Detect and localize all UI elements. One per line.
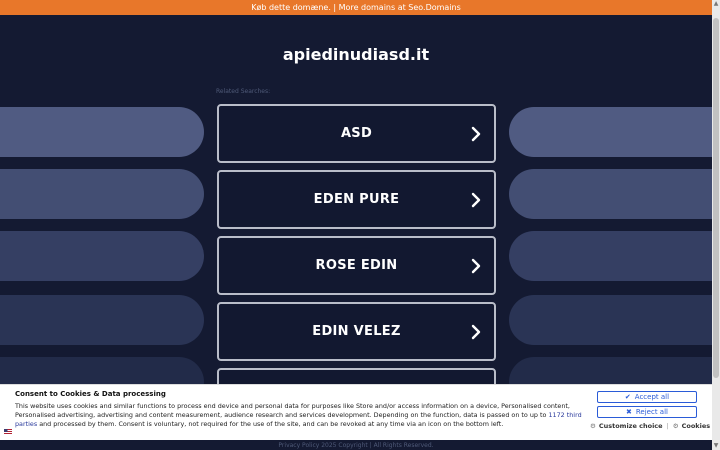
decorative-band (0, 169, 204, 219)
cookie-consent-banner: Consent to Cookies & Data processing Thi… (0, 384, 712, 440)
check-icon: ✔ (624, 393, 631, 401)
scroll-up-icon[interactable]: ▲ (712, 0, 720, 8)
scrollbar[interactable]: ▲ ▼ (712, 0, 720, 450)
search-button-asd[interactable]: ASD (217, 104, 496, 163)
accept-all-button[interactable]: ✔ Accept all (597, 391, 697, 403)
search-button-label: ASD (340, 126, 373, 141)
chevron-right-icon (471, 192, 481, 207)
cookies-link[interactable]: Cookies (682, 422, 711, 430)
copyright-text: 2025 Copyright | All Rights Reserved. (321, 442, 434, 449)
reject-all-label: Reject all (635, 408, 668, 416)
decorative-band (0, 107, 204, 157)
search-button-eden-pure[interactable]: EDEN PURE (217, 170, 496, 229)
cookie-text-part: and processed by them. Consent is volunt… (37, 420, 504, 429)
banner-separator: | (333, 3, 337, 12)
gear-icon: ⚙ (672, 422, 679, 430)
accept-all-label: Accept all (634, 393, 670, 401)
cookie-description: This website uses cookies and similar fu… (15, 402, 585, 430)
domain-title: apiedinudiasd.it (282, 45, 430, 64)
chevron-right-icon (471, 324, 481, 339)
cookie-links: ⚙ Customize choice | ⚙ Cookies (590, 422, 710, 430)
related-searches-label: Related Searches: (216, 88, 271, 95)
decorative-band (509, 107, 712, 157)
decorative-band (509, 295, 712, 345)
link-separator: | (666, 422, 669, 430)
privacy-policy-link[interactable]: Privacy Policy (278, 442, 319, 449)
search-button-label: EDEN PURE (313, 192, 400, 207)
more-domains-link[interactable]: More domains at Seo.Domains (339, 3, 461, 12)
decorative-band (509, 231, 712, 281)
search-button-rose-edin[interactable]: ROSE EDIN (217, 236, 496, 295)
decorative-band (0, 231, 204, 281)
reject-all-button[interactable]: ✖ Reject all (597, 406, 697, 418)
decorative-band (509, 169, 712, 219)
search-button-edin-velez[interactable]: EDIN VELEZ (217, 302, 496, 361)
decorative-band (0, 295, 204, 345)
customize-choice-link[interactable]: Customize choice (599, 422, 663, 430)
chevron-right-icon (471, 258, 481, 273)
us-flag-icon[interactable] (4, 429, 12, 435)
search-button-label: ROSE EDIN (315, 258, 398, 273)
close-icon: ✖ (626, 408, 632, 416)
cookie-text-part: This website uses cookies and similar fu… (15, 402, 570, 420)
gear-icon: ⚙ (590, 422, 596, 430)
scrollbar-thumb[interactable] (713, 18, 719, 378)
scroll-down-icon[interactable]: ▼ (712, 442, 720, 450)
cookie-title: Consent to Cookies & Data processing (15, 390, 166, 398)
footer: Privacy Policy 2025 Copyright | All Righ… (0, 442, 712, 449)
top-banner: Køb dette domæne. | More domains at Seo.… (0, 0, 712, 15)
search-button-label: EDIN VELEZ (312, 324, 401, 339)
chevron-right-icon (471, 126, 481, 141)
buy-domain-link[interactable]: Køb dette domæne. (251, 3, 331, 12)
